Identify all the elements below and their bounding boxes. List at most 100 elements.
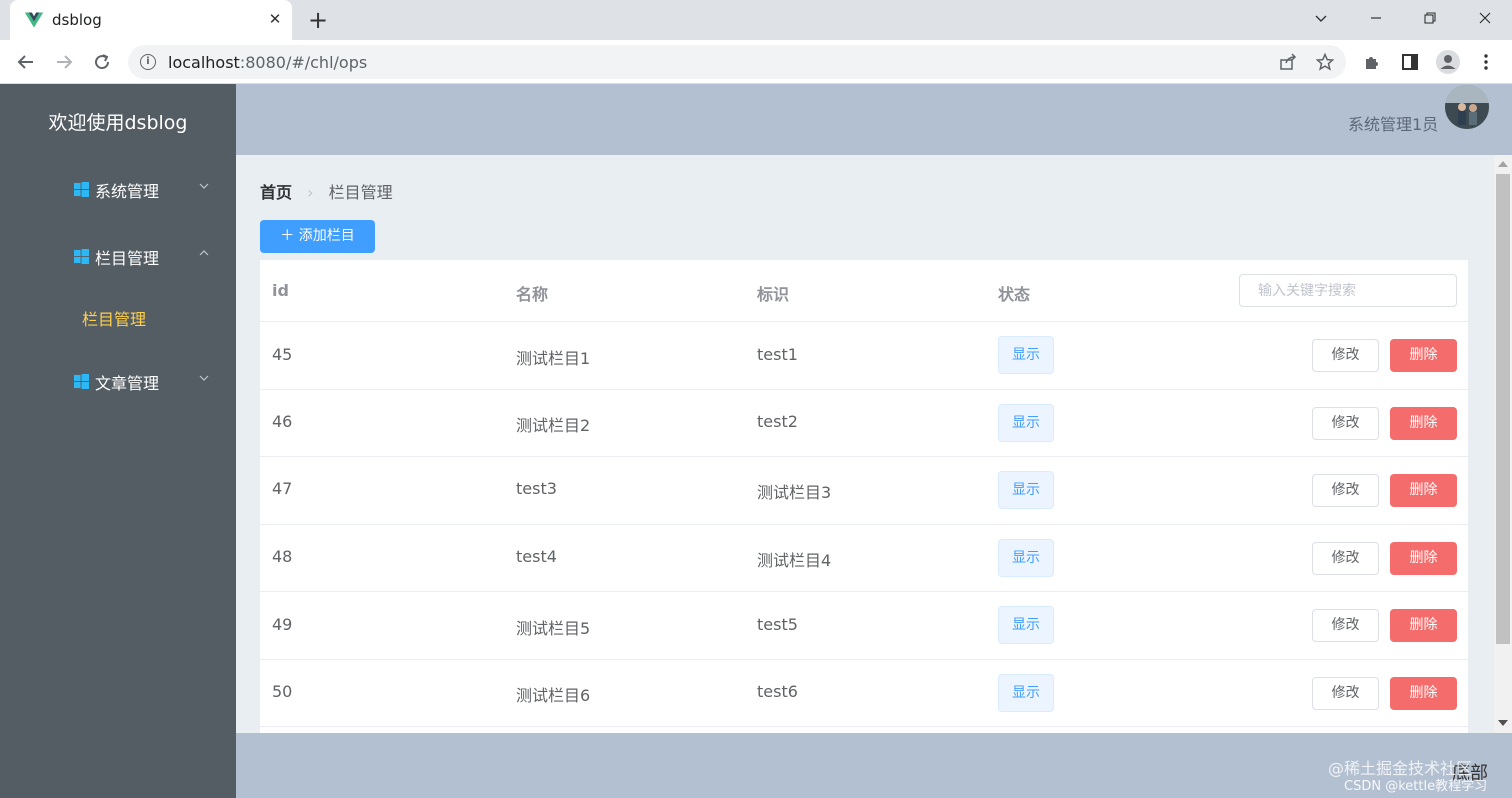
breadcrumb: 首页 › 栏目管理 (260, 179, 393, 203)
cell-name: 测试栏目5 (516, 619, 591, 638)
menu-item-article[interactable]: 文章管理 (0, 354, 236, 410)
user-name[interactable]: 系统管理1员 (1348, 111, 1438, 135)
delete-button[interactable]: 删除 (1390, 542, 1457, 575)
delete-button[interactable]: 删除 (1390, 339, 1457, 372)
vue-logo-icon (24, 12, 44, 28)
cell-mark: 测试栏目4 (757, 551, 832, 570)
cell-mark: test6 (757, 682, 798, 701)
table-row: 45 测试栏目1 test1 显示 修改 删除 (260, 322, 1468, 390)
table-row: 46 测试栏目2 test2 显示 修改 删除 (260, 390, 1468, 457)
browser-toolbar: i localhost:8080/#/chl/ops (0, 40, 1512, 84)
cell-mark: test5 (757, 615, 798, 634)
browser-tab[interactable]: dsblog ✕ (10, 0, 292, 40)
side-panel-icon[interactable] (1396, 48, 1424, 76)
status-tag: 显示 (998, 606, 1054, 644)
extensions-icon[interactable] (1358, 48, 1386, 76)
windows-icon (74, 249, 89, 264)
chevron-up-icon (199, 250, 209, 256)
column-header-status: 状态 (998, 285, 1031, 304)
column-header-mark: 标识 (757, 285, 790, 304)
reload-icon[interactable] (88, 48, 116, 76)
watermark-csdn: CSDN @kettle教程学习 (1344, 779, 1488, 794)
tab-close-icon[interactable]: ✕ (264, 8, 286, 30)
app-header: 系统管理1员 (236, 84, 1512, 155)
menu-item-system[interactable]: 系统管理 (0, 162, 236, 218)
edit-button[interactable]: 修改 (1312, 542, 1379, 575)
windows-icon (74, 374, 89, 389)
plus-icon: ＋ (280, 228, 295, 244)
cell-name: 测试栏目2 (516, 416, 591, 435)
edit-button[interactable]: 修改 (1312, 407, 1379, 440)
table-row: 49 测试栏目5 test5 显示 修改 删除 (260, 592, 1468, 660)
status-tag: 显示 (998, 539, 1054, 577)
status-tag: 显示 (998, 336, 1054, 374)
delete-button[interactable]: 删除 (1390, 677, 1457, 710)
delete-button[interactable]: 删除 (1390, 407, 1457, 440)
submenu-item-column-manage[interactable]: 栏目管理 (82, 306, 146, 330)
browser-menu-icon[interactable] (1472, 48, 1500, 76)
breadcrumb-current: 栏目管理 (328, 183, 393, 202)
menu-label: 文章管理 (95, 374, 160, 393)
status-tag: 显示 (998, 404, 1054, 442)
cell-mark: test1 (757, 345, 798, 364)
cell-name: test3 (516, 479, 557, 498)
cell-name: test4 (516, 547, 557, 566)
tab-search-icon[interactable] (1294, 0, 1348, 36)
delete-button[interactable]: 删除 (1390, 474, 1457, 507)
share-icon[interactable] (1274, 48, 1302, 76)
avatar[interactable] (1445, 85, 1489, 129)
menu-label: 栏目管理 (95, 249, 160, 268)
windows-icon (74, 182, 89, 197)
column-header-name: 名称 (516, 285, 549, 304)
edit-button[interactable]: 修改 (1312, 474, 1379, 507)
tab-strip: dsblog ✕ + (0, 0, 1512, 40)
bookmark-star-icon[interactable] (1311, 48, 1339, 76)
delete-button[interactable]: 删除 (1390, 609, 1457, 642)
restore-icon[interactable] (1403, 0, 1457, 36)
profile-icon[interactable] (1434, 48, 1462, 76)
new-tab-icon[interactable]: + (304, 6, 332, 34)
main-content: 首页 › 栏目管理 ＋ 添加栏目 id 名称 标识 状态 45 测试栏目1 te… (236, 155, 1494, 733)
edit-button[interactable]: 修改 (1312, 677, 1379, 710)
cell-id: 48 (272, 547, 293, 566)
status-tag: 显示 (998, 674, 1054, 712)
scroll-up-icon[interactable] (1497, 160, 1509, 168)
table-row: 48 test4 测试栏目4 显示 修改 删除 (260, 525, 1468, 592)
cell-id: 46 (272, 412, 293, 431)
status-tag: 显示 (998, 471, 1054, 509)
forward-icon[interactable] (50, 48, 78, 76)
cell-id: 50 (272, 682, 293, 701)
scrollbar-thumb[interactable] (1496, 174, 1510, 644)
chevron-down-icon (199, 183, 209, 189)
address-bar[interactable]: i localhost:8080/#/chl/ops (128, 45, 1346, 79)
cell-id: 45 (272, 345, 293, 364)
url-text: localhost:8080/#/chl/ops (168, 53, 368, 72)
brand-title: 欢迎使用dsblog (48, 112, 188, 134)
table-header-row: id 名称 标识 状态 (260, 260, 1468, 322)
site-info-icon[interactable]: i (140, 54, 156, 70)
column-header-id: id (272, 281, 289, 300)
minimize-icon[interactable] (1349, 0, 1403, 36)
cell-id: 49 (272, 615, 293, 634)
add-column-button[interactable]: ＋ 添加栏目 (260, 220, 375, 253)
menu-item-column[interactable]: 栏目管理 (0, 229, 236, 285)
cell-name: 测试栏目6 (516, 686, 591, 705)
chevron-down-icon (199, 375, 209, 381)
cell-name: 测试栏目1 (516, 349, 591, 368)
column-table: id 名称 标识 状态 45 测试栏目1 test1 显示 修改 删除 46 测… (260, 260, 1468, 733)
close-window-icon[interactable] (1458, 0, 1512, 36)
cell-mark: 测试栏目3 (757, 483, 832, 502)
tab-title: dsblog (52, 11, 102, 29)
breadcrumb-separator-icon: › (307, 183, 314, 202)
edit-button[interactable]: 修改 (1312, 609, 1379, 642)
menu-label: 系统管理 (95, 182, 160, 201)
edit-button[interactable]: 修改 (1312, 339, 1379, 372)
cell-id: 47 (272, 479, 293, 498)
table-row: 50 测试栏目6 test6 显示 修改 删除 (260, 660, 1468, 727)
app-footer: 底部 (236, 733, 1512, 798)
scroll-down-icon[interactable] (1497, 719, 1509, 727)
search-input[interactable] (1239, 274, 1457, 307)
back-icon[interactable] (12, 48, 40, 76)
cell-mark: test2 (757, 412, 798, 431)
breadcrumb-home[interactable]: 首页 (260, 183, 292, 202)
